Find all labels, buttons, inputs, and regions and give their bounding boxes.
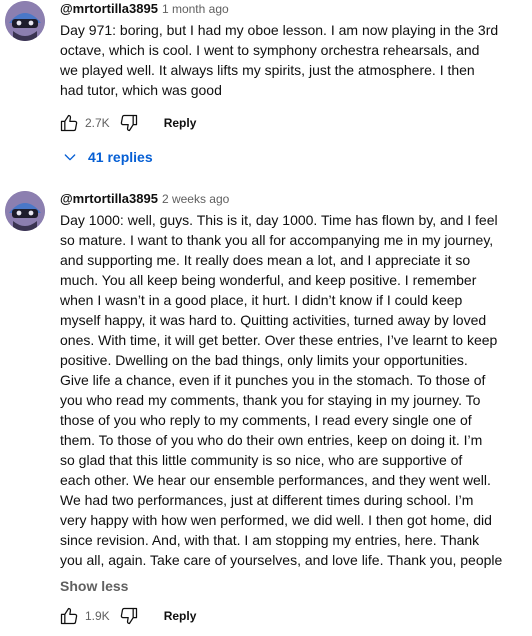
comment-line: we played well. It always lifts my spiri… <box>60 62 475 78</box>
comment-line: positive. Dwelling on the bad things, on… <box>60 352 468 368</box>
comment-actions: 1.9K Reply <box>58 604 196 628</box>
comment-timestamp[interactable]: 1 month ago <box>162 2 229 16</box>
show-less-button[interactable]: Show less <box>60 578 128 594</box>
like-icon[interactable] <box>58 605 80 627</box>
comment-line: had tutor, which was good <box>60 82 222 98</box>
comment-line: when I wasn’t in a good place, it hurt. … <box>60 292 463 308</box>
comment-line: Day 971: boring, but I had my oboe lesso… <box>60 22 499 38</box>
author-name[interactable]: @mrtortilla3895 <box>60 191 158 206</box>
comment-line: so glad that this little community is so… <box>60 452 463 468</box>
comment-line: them. To those of you who do their own e… <box>60 432 483 448</box>
comment-line: each other. We hear our ensemble perform… <box>60 472 491 488</box>
author-name[interactable]: @mrtortilla3895 <box>60 1 158 16</box>
comment-line: very happy with how wen performed, we di… <box>60 512 492 528</box>
comment-line: since revision. And, with that. I am sto… <box>60 532 480 548</box>
comment-line: Day 1000: well, guys. This is it, day 10… <box>60 212 498 228</box>
comment-timestamp[interactable]: 2 weeks ago <box>162 192 229 206</box>
like-count: 2.7K <box>85 116 110 130</box>
chevron-down-icon <box>62 149 78 165</box>
comments-section: @mrtortilla3895 1 month ago Day 971: bori… <box>0 0 532 636</box>
avatar[interactable] <box>5 1 45 41</box>
comment-line: Give life a chance, even if it punches y… <box>60 372 486 388</box>
comment-line: ones. With time, it will get better. Ove… <box>60 332 498 348</box>
comment-text: Day 1000: well, guys. This is it, day 10… <box>60 210 524 570</box>
replies-count-label: 41 replies <box>88 149 153 165</box>
dislike-icon[interactable] <box>118 605 140 627</box>
like-count: 1.9K <box>85 609 110 623</box>
comment-text: Day 971: boring, but I had my oboe lesso… <box>60 20 524 100</box>
comment-line: so mature. I want to thank you all for a… <box>60 232 494 248</box>
avatar[interactable] <box>5 191 45 231</box>
comment-line: myself happy, it was hard to. Quitting a… <box>60 312 487 328</box>
comment-actions: 2.7K Reply <box>58 111 196 135</box>
like-icon[interactable] <box>58 112 80 134</box>
comment-line: octave, which is cool. I went to symphon… <box>60 42 480 58</box>
comment-line: much. You all keep being wonderful, and … <box>60 272 477 288</box>
comment-line: We had two performances, just at differe… <box>60 492 474 508</box>
comment-line: those of you who reply to my comments, I… <box>60 412 472 428</box>
reply-button[interactable]: Reply <box>164 609 197 623</box>
comment-header: @mrtortilla3895 2 weeks ago <box>60 190 524 208</box>
dislike-icon[interactable] <box>118 112 140 134</box>
comment-header: @mrtortilla3895 1 month ago <box>60 0 524 18</box>
avatar-image <box>5 191 45 231</box>
comment-line: you who read my comments, thank you for … <box>60 392 481 408</box>
reply-button[interactable]: Reply <box>164 116 197 130</box>
comment-line: you all, again. Take care of yourselves,… <box>60 552 503 568</box>
view-replies-button[interactable]: 41 replies <box>62 145 153 169</box>
avatar-image <box>5 1 45 41</box>
comment-line: and supporting me. It really does mean a… <box>60 252 471 268</box>
